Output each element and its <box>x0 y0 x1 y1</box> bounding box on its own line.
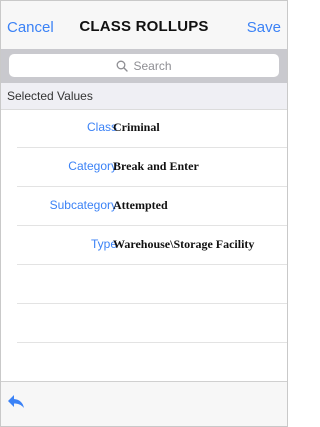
list-item-type[interactable]: Type Warehouse\Storage Facility <box>17 226 287 265</box>
empty-row <box>17 265 287 304</box>
search-input[interactable]: Search <box>9 54 279 77</box>
section-header: Selected Values <box>1 83 287 110</box>
row-label: Subcategory <box>49 198 117 212</box>
empty-row <box>17 343 287 382</box>
row-label: Category <box>68 159 117 173</box>
class-rollups-screen: Cancel CLASS ROLLUPS Save Search Selecte… <box>0 0 288 427</box>
selected-values-list: Class Criminal Category Break and Enter … <box>1 109 287 421</box>
search-bar: Search <box>1 49 287 83</box>
bottom-toolbar <box>1 381 287 426</box>
empty-row <box>17 304 287 343</box>
row-value: Attempted <box>113 198 168 212</box>
row-value: Criminal <box>113 120 160 134</box>
back-arrow-icon[interactable] <box>7 394 25 410</box>
row-value: Warehouse\Storage Facility <box>113 237 255 251</box>
section-title: Selected Values <box>7 89 93 103</box>
search-placeholder: Search <box>133 58 172 73</box>
navigation-bar: Cancel CLASS ROLLUPS Save <box>1 1 287 49</box>
row-value: Break and Enter <box>113 159 199 173</box>
list-item-class[interactable]: Class Criminal <box>17 109 287 148</box>
search-icon <box>117 60 129 72</box>
list-item-subcategory[interactable]: Subcategory Attempted <box>17 187 287 226</box>
save-button[interactable]: Save <box>247 19 281 36</box>
list-item-category[interactable]: Category Break and Enter <box>17 148 287 187</box>
page-title: CLASS ROLLUPS <box>79 18 209 35</box>
